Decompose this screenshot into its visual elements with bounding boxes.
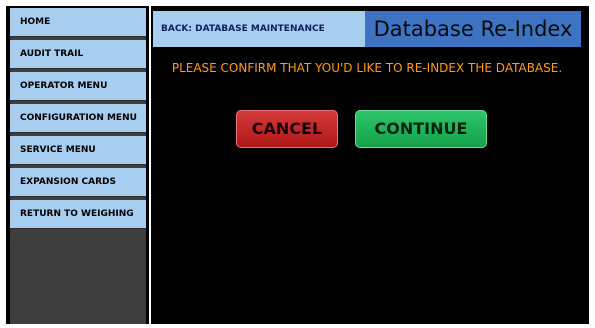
- sidebar-divider: [149, 6, 151, 324]
- continue-button[interactable]: CONTINUE: [355, 110, 487, 148]
- sidebar-item-service-menu[interactable]: SERVICE MENU: [10, 136, 146, 165]
- sidebar-item-expansion-cards[interactable]: EXPANSION CARDS: [10, 168, 146, 197]
- cancel-button[interactable]: CANCEL: [236, 110, 338, 148]
- confirmation-message: PLEASE CONFIRM THAT YOU'D LIKE TO RE-IND…: [171, 61, 563, 75]
- sidebar-item-audit-trail[interactable]: AUDIT TRAIL: [10, 40, 146, 69]
- sidebar-item-configuration-menu[interactable]: CONFIGURATION MENU: [10, 104, 146, 133]
- sidebar-item-operator-menu[interactable]: OPERATOR MENU: [10, 72, 146, 101]
- sidebar-item-home[interactable]: HOME: [10, 8, 146, 37]
- sidebar-menu: HOME AUDIT TRAIL OPERATOR MENU CONFIGURA…: [10, 8, 146, 324]
- back-button[interactable]: BACK: DATABASE MAINTENANCE: [153, 11, 365, 47]
- page-title: Database Re-Index: [365, 11, 581, 47]
- sidebar-item-return-to-weighing[interactable]: RETURN TO WEIGHING: [10, 200, 146, 229]
